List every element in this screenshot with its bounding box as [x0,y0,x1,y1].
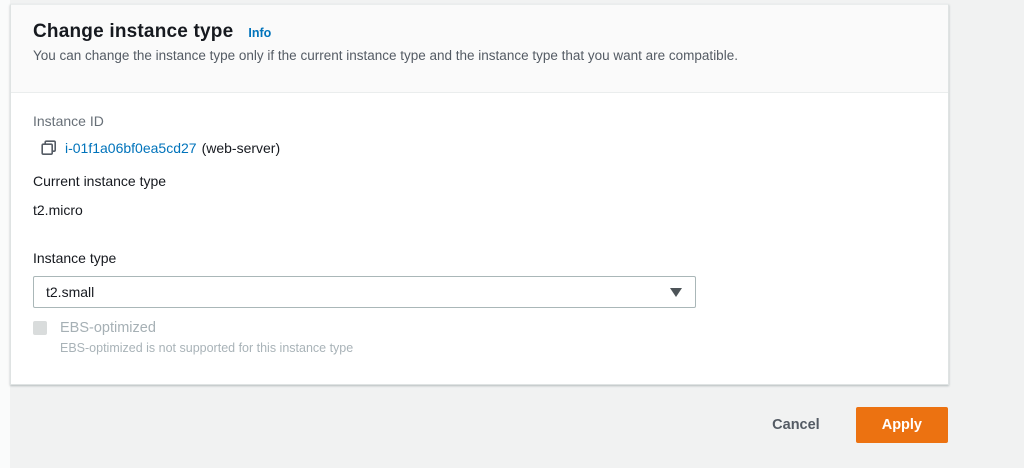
dialog-title-row: Change instance type Info [33,21,926,43]
copy-icon[interactable] [41,140,57,156]
ebs-optimized-row: EBS-optimized [33,320,926,336]
ebs-optimized-label: EBS-optimized [60,320,156,336]
current-instance-type-label: Current instance type [33,173,167,189]
ebs-optimized-helper-text: EBS-optimized is not supported for this … [60,341,354,355]
current-instance-type-value: t2.micro [33,202,83,218]
instance-type-select[interactable]: t2.small [33,276,696,308]
change-instance-type-dialog: Change instance type Info You can change… [10,4,949,385]
info-link[interactable]: Info [248,26,271,40]
ebs-optimized-checkbox[interactable] [33,321,47,335]
dialog-footer: Cancel Apply [772,407,948,443]
instance-type-selected-value: t2.small [46,284,95,300]
ebs-optimized-group: EBS-optimized EBS-optimized is not suppo… [33,320,926,355]
caret-down-icon [670,288,682,297]
instance-type-label: Instance type [33,250,117,266]
dialog-title: Change instance type [33,21,234,42]
instance-id-link[interactable]: i-01f1a06bf0ea5cd27 [65,140,197,156]
instance-id-label: Instance ID [33,113,104,129]
instance-id-row: i-01f1a06bf0ea5cd27 (web-server) [41,137,926,159]
cancel-button[interactable]: Cancel [772,417,820,433]
instance-name-suffix: (web-server) [201,140,281,156]
dialog-body: Instance ID i-01f1a06bf0ea5cd27 (web-ser… [11,93,948,355]
page-left-gutter [0,0,10,468]
dialog-description: You can change the instance type only if… [33,48,738,63]
apply-button[interactable]: Apply [855,407,948,443]
dialog-header: Change instance type Info You can change… [11,5,948,93]
